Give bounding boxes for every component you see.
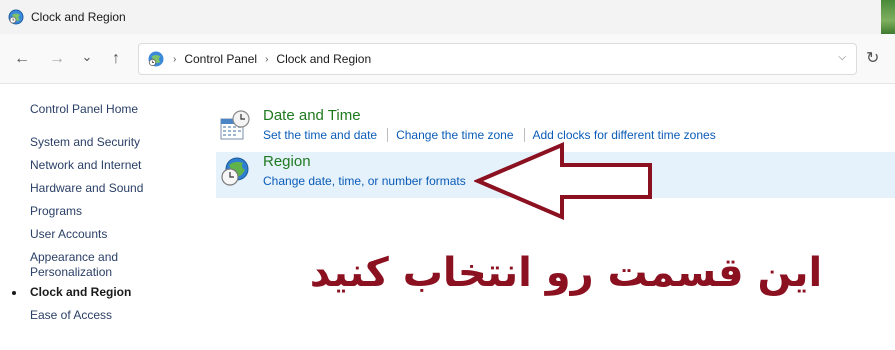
refresh-button[interactable]: ↻ [866,48,879,68]
address-bar[interactable]: › Control Panel › Clock and Region ⌵ [138,43,857,75]
breadcrumb-control-panel[interactable]: Control Panel [184,52,257,66]
category-links: Change date, time, or number formats [263,174,466,188]
sidebar-item-clock-and-region: Clock and Region [30,285,132,299]
sidebar-item-system-and-security[interactable]: System and Security [30,135,200,150]
forward-button[interactable]: → [46,48,68,70]
sidebar-item-hardware-and-sound[interactable]: Hardware and Sound [30,181,200,196]
refresh-icon: ↻ [866,50,880,67]
breadcrumb-separator: › [173,53,177,65]
annotation-instruction-text: این قسمت رو انتخاب کنید [309,250,823,296]
breadcrumb-clock-and-region[interactable]: Clock and Region [276,52,371,66]
sidebar: Control Panel Home System and Security N… [0,84,210,350]
sidebar-item-control-panel-home[interactable]: Control Panel Home [30,102,200,117]
chevron-down-icon: ⌄ [81,49,93,64]
sidebar-item-programs[interactable]: Programs [30,204,200,219]
current-page-bullet [12,291,16,295]
navigation-bar: ← → ⌄ ↑ › Control Panel › Clock and Regi… [0,34,895,84]
address-dropdown-icon[interactable]: ⌵ [838,52,846,63]
category-links: Set the time and date Change the time zo… [263,128,716,142]
arrow-up-icon: ↑ [112,50,120,67]
sidebar-item-network-and-internet[interactable]: Network and Internet [30,158,200,173]
sidebar-item-user-accounts[interactable]: User Accounts [30,227,200,242]
link-divider [523,128,525,142]
window-title: Clock and Region [31,10,126,24]
link-add-clocks[interactable]: Add clocks for different time zones [533,128,716,142]
recent-locations-button[interactable]: ⌄ [76,46,98,68]
link-change-formats[interactable]: Change date, time, or number formats [263,174,466,188]
link-divider [387,128,389,142]
back-button[interactable]: ← [11,48,33,70]
link-set-time-and-date[interactable]: Set the time and date [263,128,377,142]
calendar-clock-icon [220,110,250,140]
control-panel-icon [148,51,164,67]
annotation-arrow-icon [474,141,652,221]
arrow-right-icon: → [49,50,65,67]
link-change-time-zone[interactable]: Change the time zone [396,128,513,142]
category-title-date-and-time[interactable]: Date and Time [263,107,361,124]
title-bar: Clock and Region [0,0,895,34]
sidebar-item-appearance-and-personalization[interactable]: Appearance and Personalization [30,250,140,280]
globe-clock-icon [221,157,249,186]
up-button[interactable]: ↑ [105,48,127,70]
control-panel-icon [8,9,24,25]
category-title-region[interactable]: Region [263,153,311,170]
sidebar-item-ease-of-access[interactable]: Ease of Access [30,308,200,323]
desktop-background-right [881,0,895,34]
breadcrumb-separator: › [265,53,269,65]
arrow-left-icon: ← [14,50,30,67]
